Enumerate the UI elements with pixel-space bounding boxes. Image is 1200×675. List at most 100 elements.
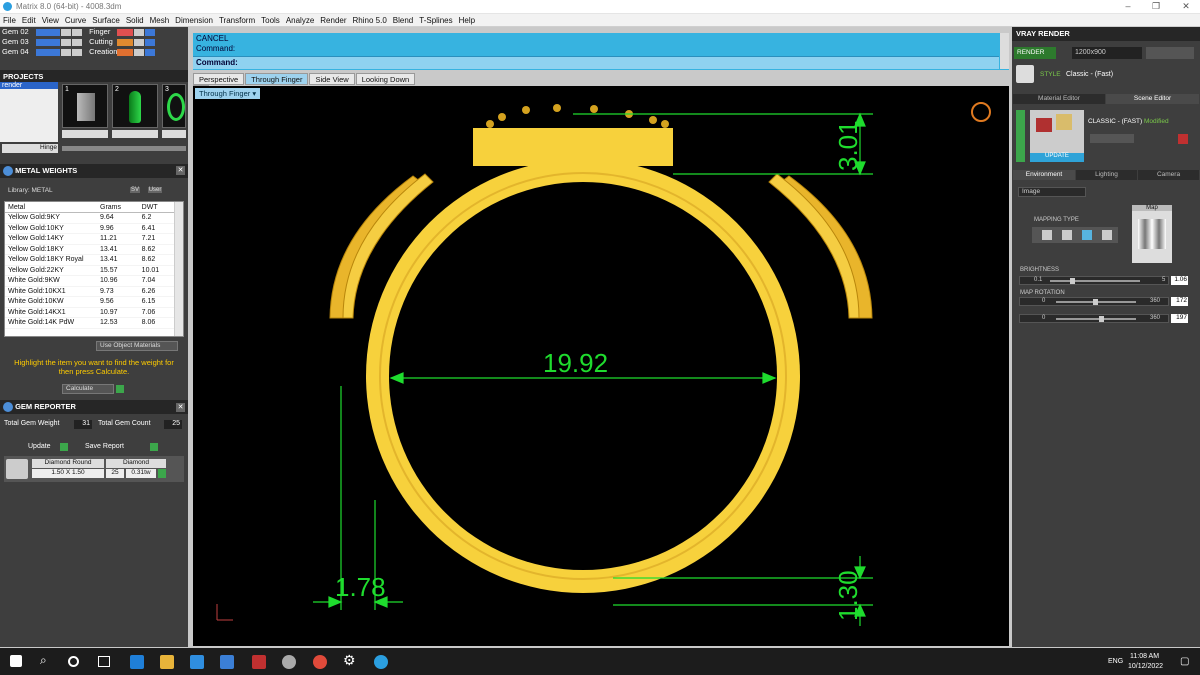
layer-lock-icon[interactable]	[61, 28, 71, 36]
menu-tools[interactable]: Tools	[258, 14, 283, 25]
clock-date[interactable]: 10/12/2022	[1128, 663, 1163, 670]
rotation-slider-1[interactable]: 0 360	[1019, 297, 1169, 306]
menu-rhino[interactable]: Rhino 5.0	[350, 14, 390, 25]
column-header[interactable]: DWT	[138, 202, 175, 213]
column-header[interactable]: Metal	[5, 202, 97, 213]
project-thumb-1[interactable]: 1	[62, 84, 108, 128]
project-thumb-3[interactable]: 3	[162, 84, 186, 128]
close-icon[interactable]: ✕	[176, 166, 185, 175]
layer-row[interactable]: Gem 03 Cutting	[2, 37, 184, 47]
calculate-button[interactable]	[116, 385, 124, 393]
menu-analyze[interactable]: Analyze	[283, 14, 317, 25]
update-button[interactable]: UPDATE	[1030, 153, 1084, 162]
edge-icon[interactable]	[130, 655, 144, 669]
tab-scene-editor[interactable]: Scene Editor	[1106, 94, 1199, 104]
resolution-field[interactable]: 1200x900	[1072, 47, 1142, 59]
layer-lock-icon[interactable]	[134, 48, 145, 56]
command-area[interactable]: CANCEL Command: Command:	[193, 33, 1009, 70]
menu-curve[interactable]: Curve	[62, 14, 89, 25]
table-row[interactable]: White Gold:14K PdW 12.53 8.06	[5, 317, 175, 329]
layer-color[interactable]	[36, 48, 60, 56]
layer-color[interactable]	[117, 38, 134, 46]
gem-report-row[interactable]: Diamond Round Diamond 1.50 X 1.50 25 0.3…	[4, 456, 184, 482]
style-value[interactable]: Classic - (Fast)	[1066, 71, 1113, 78]
table-row[interactable]: White Gold:9KW 10.96 7.04	[5, 275, 175, 287]
tab-camera[interactable]: Camera	[1138, 170, 1199, 180]
table-row[interactable]: White Gold:10KW 9.56 6.15	[5, 296, 175, 308]
layer-lock-icon[interactable]	[61, 48, 71, 56]
matrix-icon[interactable]	[374, 655, 388, 669]
minimize-icon[interactable]: –	[1118, 1, 1138, 13]
save-report-label[interactable]: Save Report	[85, 443, 124, 450]
menu-surface[interactable]: Surface	[89, 14, 123, 25]
maximize-icon[interactable]: ❐	[1146, 1, 1166, 13]
system-tray[interactable]: ENG 11:08 AM 10/12/2022 ▢	[1040, 648, 1200, 675]
update-label[interactable]: Update	[28, 443, 51, 450]
tab-environment[interactable]: Environment	[1013, 170, 1075, 180]
table-row[interactable]: White Gold:10KX1 9.73 6.26	[5, 286, 175, 297]
tab-material-editor[interactable]: Material Editor	[1013, 94, 1105, 104]
layer-color[interactable]	[117, 48, 134, 56]
render-controls[interactable]	[1146, 47, 1194, 59]
layer-visible-icon[interactable]	[72, 28, 82, 36]
projects-list[interactable]: render	[0, 82, 58, 142]
layer-lock-icon[interactable]	[134, 28, 145, 36]
viewport[interactable]: 19.92 3.01 1.30 1.78	[193, 86, 1009, 646]
projects-scrollbar[interactable]	[62, 146, 186, 151]
tab-side-view[interactable]: Side View	[309, 73, 355, 85]
map-preview[interactable]: Map	[1132, 205, 1172, 263]
task-view-icon[interactable]	[98, 656, 110, 667]
table-row[interactable]: Yellow Gold:9KY 9.64 6.2	[5, 212, 175, 224]
project-item-render[interactable]: render	[0, 82, 58, 89]
close-icon[interactable]: ✕	[176, 403, 185, 412]
notification-icon[interactable]: ▢	[1180, 656, 1189, 667]
close-icon[interactable]: ✕	[1176, 1, 1196, 13]
menu-mesh[interactable]: Mesh	[147, 14, 173, 25]
tab-through-finger[interactable]: Through Finger	[245, 73, 309, 85]
metal-weights-table[interactable]: Metal Grams DWT Yellow Gold:9KY 9.64 6.2 Ye…	[4, 201, 184, 337]
command-prompt[interactable]: Command:	[196, 58, 238, 67]
layer-visible-icon[interactable]	[145, 48, 156, 56]
sv-tag[interactable]: SV	[130, 187, 141, 193]
gem-row-button[interactable]	[158, 469, 166, 478]
mail-icon[interactable]	[220, 655, 234, 669]
brightness-value[interactable]: 1.06	[1171, 276, 1188, 285]
menu-view[interactable]: View	[39, 14, 62, 25]
column-header[interactable]: Grams	[97, 202, 139, 213]
render-button[interactable]: RENDER	[1014, 47, 1056, 59]
rotation-value-1[interactable]: 172	[1171, 297, 1188, 306]
menu-solid[interactable]: Solid	[123, 14, 147, 25]
update-button[interactable]	[60, 443, 68, 451]
hinge-button[interactable]: Hinge	[40, 144, 57, 151]
user-tag[interactable]: User	[147, 187, 163, 193]
tab-perspective[interactable]: Perspective	[193, 73, 245, 85]
search-icon[interactable]: ⌕	[40, 653, 47, 668]
menu-transform[interactable]: Transform	[216, 14, 258, 25]
layer-visible-icon[interactable]	[72, 48, 82, 56]
menu-dimension[interactable]: Dimension	[172, 14, 216, 25]
menu-help[interactable]: Help	[456, 14, 478, 25]
layer-row[interactable]: Gem 02 Finger	[2, 27, 184, 37]
environment-type-select[interactable]: Image	[1018, 187, 1086, 197]
layer-visible-icon[interactable]	[145, 38, 156, 46]
project-thumb-2[interactable]: 2	[112, 84, 158, 128]
menu-render[interactable]: Render	[317, 14, 349, 25]
rhino-icon[interactable]	[282, 655, 296, 669]
store-icon[interactable]	[190, 655, 204, 669]
table-row[interactable]: Yellow Gold:14KY 11.21 7.21	[5, 233, 175, 245]
app-icon[interactable]	[252, 655, 266, 669]
menu-blend[interactable]: Blend	[390, 14, 416, 25]
layer-visible-icon[interactable]	[145, 28, 156, 36]
layer-lock-icon[interactable]	[134, 38, 145, 46]
tab-lighting[interactable]: Lighting	[1076, 170, 1137, 180]
projects-toolbar[interactable]: Hinge	[2, 144, 58, 153]
table-row[interactable]: White Gold:14KX1 10.97 7.06	[5, 307, 175, 318]
menu-file[interactable]: File	[0, 14, 19, 25]
menu-tsplines[interactable]: T-Splines	[416, 14, 455, 25]
calculate-field[interactable]: Calculate	[62, 384, 114, 394]
windows-start-icon[interactable]	[10, 655, 22, 667]
thumb-toolbar[interactable]	[112, 130, 158, 138]
tab-looking-down[interactable]: Looking Down	[355, 73, 416, 85]
thumb-toolbar[interactable]	[162, 130, 186, 138]
file-explorer-icon[interactable]	[160, 655, 174, 669]
